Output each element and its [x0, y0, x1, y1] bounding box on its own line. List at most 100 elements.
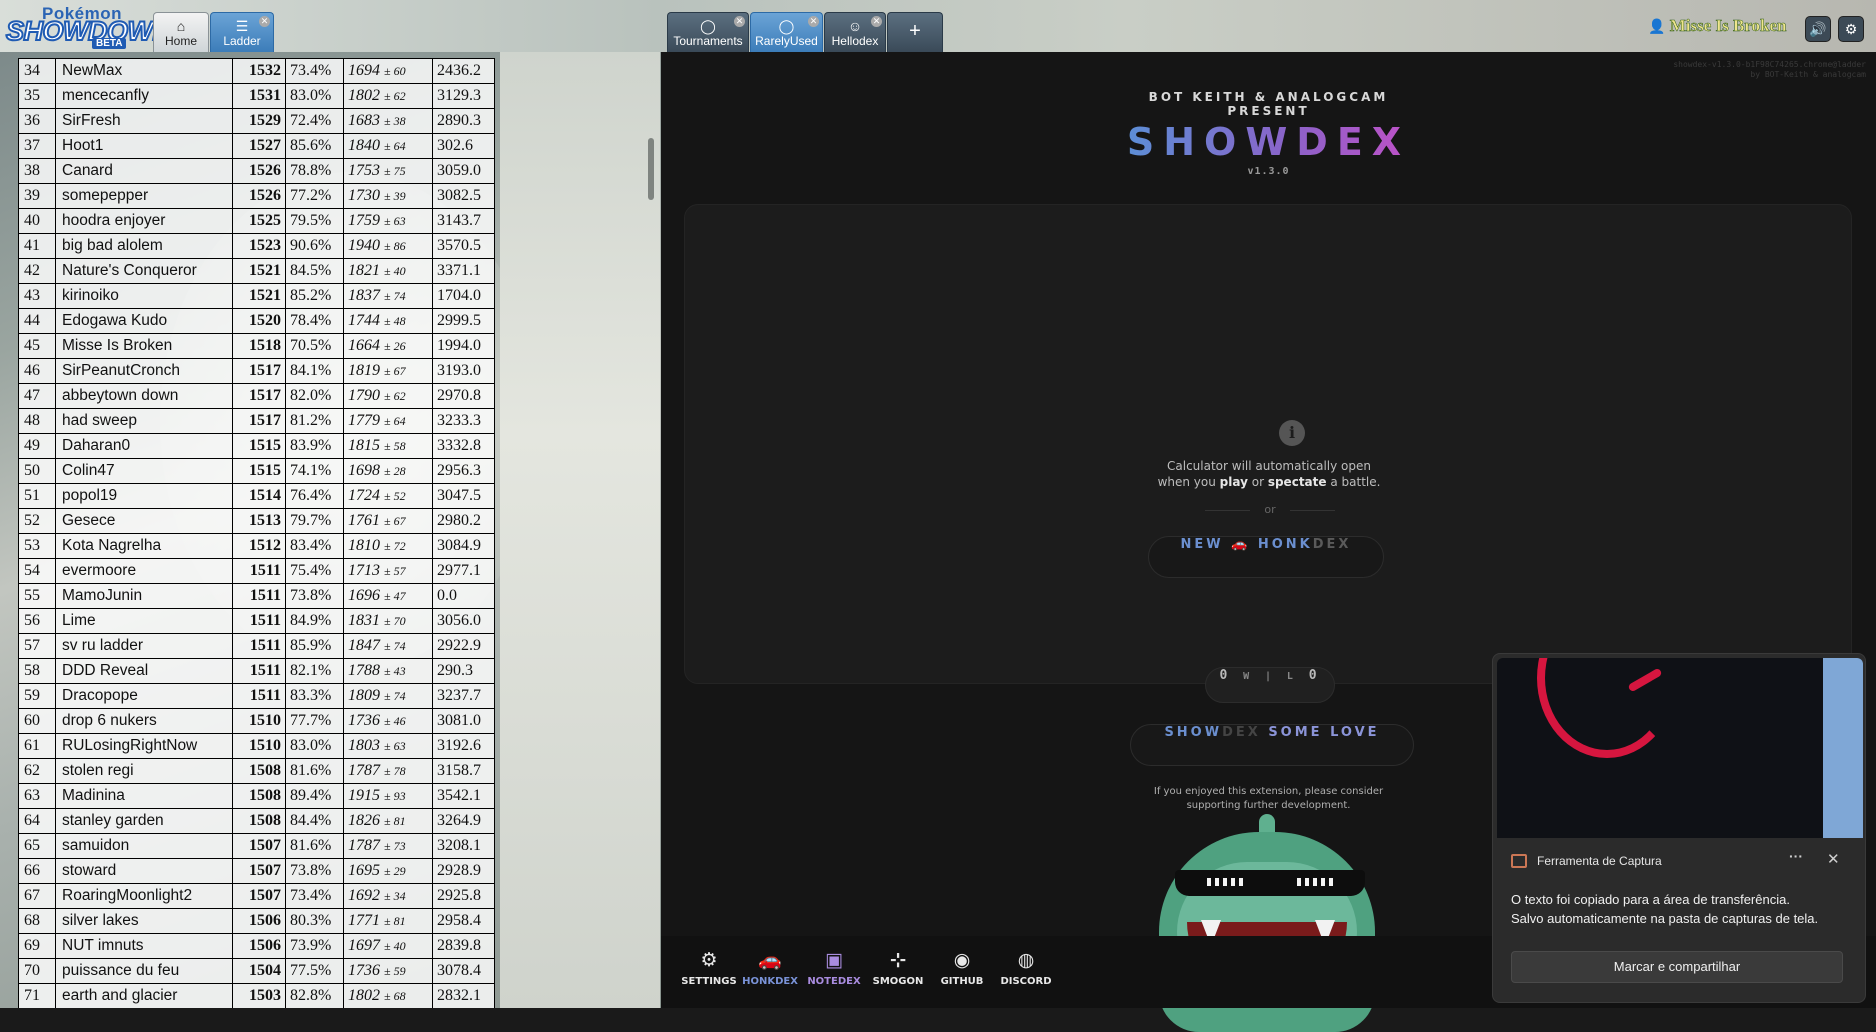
ladder-username[interactable]: somepepper	[55, 183, 233, 209]
ladder-row: 41 big bad alolem 1523 90.6% 1940 ± 86 3570.5	[18, 233, 495, 259]
mark-and-share-button[interactable]: Marcar e compartilhar	[1511, 951, 1843, 983]
new-tab-button[interactable]: +	[887, 12, 943, 52]
ladder-username[interactable]: Daharan0	[55, 433, 233, 459]
ladder-username[interactable]: SirFresh	[55, 108, 233, 134]
ladder-username[interactable]: MamoJunin	[55, 583, 233, 609]
glicko-deviation: ± 48	[384, 314, 406, 328]
ladder-username[interactable]: NewMax	[55, 58, 233, 84]
ladder-username[interactable]: Madinina	[55, 783, 233, 809]
build-info-line: by BOT-Keith & analogcam	[1750, 70, 1866, 79]
new-honkdex-label: HONK	[1257, 537, 1313, 552]
ladder-elo: 1517	[232, 383, 286, 409]
nav-notedex[interactable]: ▣ NOTEDEX	[802, 948, 866, 987]
ladder-elo: 1517	[232, 358, 286, 384]
ladder-username[interactable]: Dracopope	[55, 683, 233, 709]
tab-ladder[interactable]: ☰ Ladder ✕	[210, 12, 274, 52]
tab-home[interactable]: ⌂ Home	[153, 12, 209, 52]
ladder-username[interactable]: big bad alolem	[55, 233, 233, 259]
more-options-icon[interactable]: ···	[1789, 848, 1803, 864]
ladder-coil: 2977.1	[432, 558, 495, 584]
ladder-username[interactable]: Canard	[55, 158, 233, 184]
ladder-coil: 3129.3	[432, 83, 495, 109]
ladder-username[interactable]: abbeytown down	[55, 383, 233, 409]
ladder-gxe: 85.2%	[285, 283, 344, 309]
tab-rarelyused[interactable]: ◯ RarelyUsed ✕	[750, 12, 823, 52]
ladder-elo: 1512	[232, 533, 286, 559]
ladder-username[interactable]: silver lakes	[55, 908, 233, 934]
close-tab-icon[interactable]: ✕	[808, 16, 819, 27]
ladder-username[interactable]: RoaringMoonlight2	[55, 883, 233, 909]
ladder-username[interactable]: mencecanfly	[55, 83, 233, 109]
settings-button[interactable]: ⚙	[1838, 16, 1864, 42]
username[interactable]: 👤 Misse Is Broken	[1648, 16, 1787, 36]
ladder-username[interactable]: had sweep	[55, 408, 233, 434]
ladder-username[interactable]: DDD Reveal	[55, 658, 233, 684]
ladder-username[interactable]: puissance du feu	[55, 958, 233, 984]
new-honkdex-button[interactable]: NEW 🚗 HONKDEX	[1148, 536, 1384, 578]
ladder-username[interactable]: kirinoiko	[55, 283, 233, 309]
glicko-deviation: ± 39	[384, 189, 406, 203]
ladder-glicko: 1802 ± 68	[343, 983, 433, 1008]
nav-smogon[interactable]: ⊹ SMOGON	[866, 948, 930, 987]
close-tab-icon[interactable]: ✕	[734, 16, 745, 27]
ladder-username[interactable]: Misse Is Broken	[55, 333, 233, 359]
credits: BOT KEITH & ANALOGCAM PRESENT	[661, 90, 1876, 118]
close-tab-icon[interactable]: ✕	[871, 16, 882, 27]
build-info-line: showdex-v1.3.0-b1F98C74265.chrome@ladder	[1673, 60, 1866, 69]
ladder-elo: 1508	[232, 808, 286, 834]
ladder-username[interactable]: stanley garden	[55, 808, 233, 834]
ladder-username[interactable]: Colin47	[55, 458, 233, 484]
ladder-coil: 2958.4	[432, 908, 495, 934]
ladder-username[interactable]: Edogawa Kudo	[55, 308, 233, 334]
ladder-username[interactable]: sv ru ladder	[55, 633, 233, 659]
ladder-username[interactable]: RULosingRightNow	[55, 733, 233, 759]
glicko-rating: 1802	[348, 87, 380, 104]
ladder-username[interactable]: Lime	[55, 608, 233, 634]
tab-hellodex[interactable]: ☺ Hellodex ✕	[824, 12, 886, 52]
glicko-deviation: ± 75	[384, 164, 406, 178]
ladder-username[interactable]: NUT imnuts	[55, 933, 233, 959]
message-spectate: spectate	[1267, 475, 1327, 489]
close-tab-icon[interactable]: ✕	[259, 16, 270, 27]
snipping-tool-notification[interactable]: Ferramenta de Captura ··· ✕ O texto foi …	[1492, 653, 1866, 1003]
ladder-username[interactable]: stoward	[55, 858, 233, 884]
glicko-deviation: ± 29	[384, 864, 406, 878]
ladder-username[interactable]: earth and glacier	[55, 983, 233, 1008]
capture-preview[interactable]	[1497, 658, 1863, 838]
message-play: play	[1219, 475, 1248, 489]
ladder-row: 63 Madinina 1508 89.4% 1915 ± 93 3542.1	[18, 783, 495, 809]
nav-github[interactable]: ◉ GITHUB	[930, 948, 994, 987]
ladder-username[interactable]: stolen regi	[55, 758, 233, 784]
ladder-coil: 3056.0	[432, 608, 495, 634]
ladder-coil: 2970.8	[432, 383, 495, 409]
showdown-logo[interactable]: Pokémon SHOWDOWN! BETA	[4, 4, 181, 49]
ladder-glicko: 1724 ± 52	[343, 483, 433, 509]
sound-button[interactable]: 🔊	[1805, 16, 1831, 42]
ladder-username[interactable]: Nature's Conqueror	[55, 258, 233, 284]
showdex-some-love-button[interactable]: SHOWDEX SOME LOVE	[1130, 724, 1414, 766]
ladder-glicko: 1713 ± 57	[343, 558, 433, 584]
nav-discord[interactable]: ◍ DISCORD	[994, 948, 1058, 987]
scrollbar-thumb[interactable]	[648, 138, 654, 200]
ladder-username[interactable]: Gesece	[55, 508, 233, 534]
ladder-elo: 1507	[232, 858, 286, 884]
ladder-username[interactable]: evermoore	[55, 558, 233, 584]
ladder-rank: 56	[18, 608, 56, 634]
speaker-icon: 🔊	[1809, 22, 1827, 38]
nav-github-label: GITHUB	[940, 976, 984, 987]
ladder-row: 70 puissance du feu 1504 77.5% 1736 ± 59 3078…	[18, 958, 495, 984]
ladder-username[interactable]: hoodra enjoyer	[55, 208, 233, 234]
ladder-username[interactable]: popol19	[55, 483, 233, 509]
close-icon[interactable]: ✕	[1827, 850, 1840, 868]
ladder-username[interactable]: Kota Nagrelha	[55, 533, 233, 559]
ladder-username[interactable]: SirPeanutCronch	[55, 358, 233, 384]
ladder-username[interactable]: Hoot1	[55, 133, 233, 159]
nav-honkdex[interactable]: 🚗 HONKDEX	[738, 948, 802, 987]
nav-settings[interactable]: ⚙ SETTINGS	[677, 948, 741, 987]
ladder-gxe: 78.4%	[285, 308, 344, 334]
ladder-username[interactable]: drop 6 nukers	[55, 708, 233, 734]
tab-tournaments[interactable]: ◯ Tournaments ✕	[667, 12, 749, 52]
glicko-deviation: ± 40	[384, 939, 406, 953]
ladder-gxe: 80.3%	[285, 908, 344, 934]
ladder-username[interactable]: samuidon	[55, 833, 233, 859]
